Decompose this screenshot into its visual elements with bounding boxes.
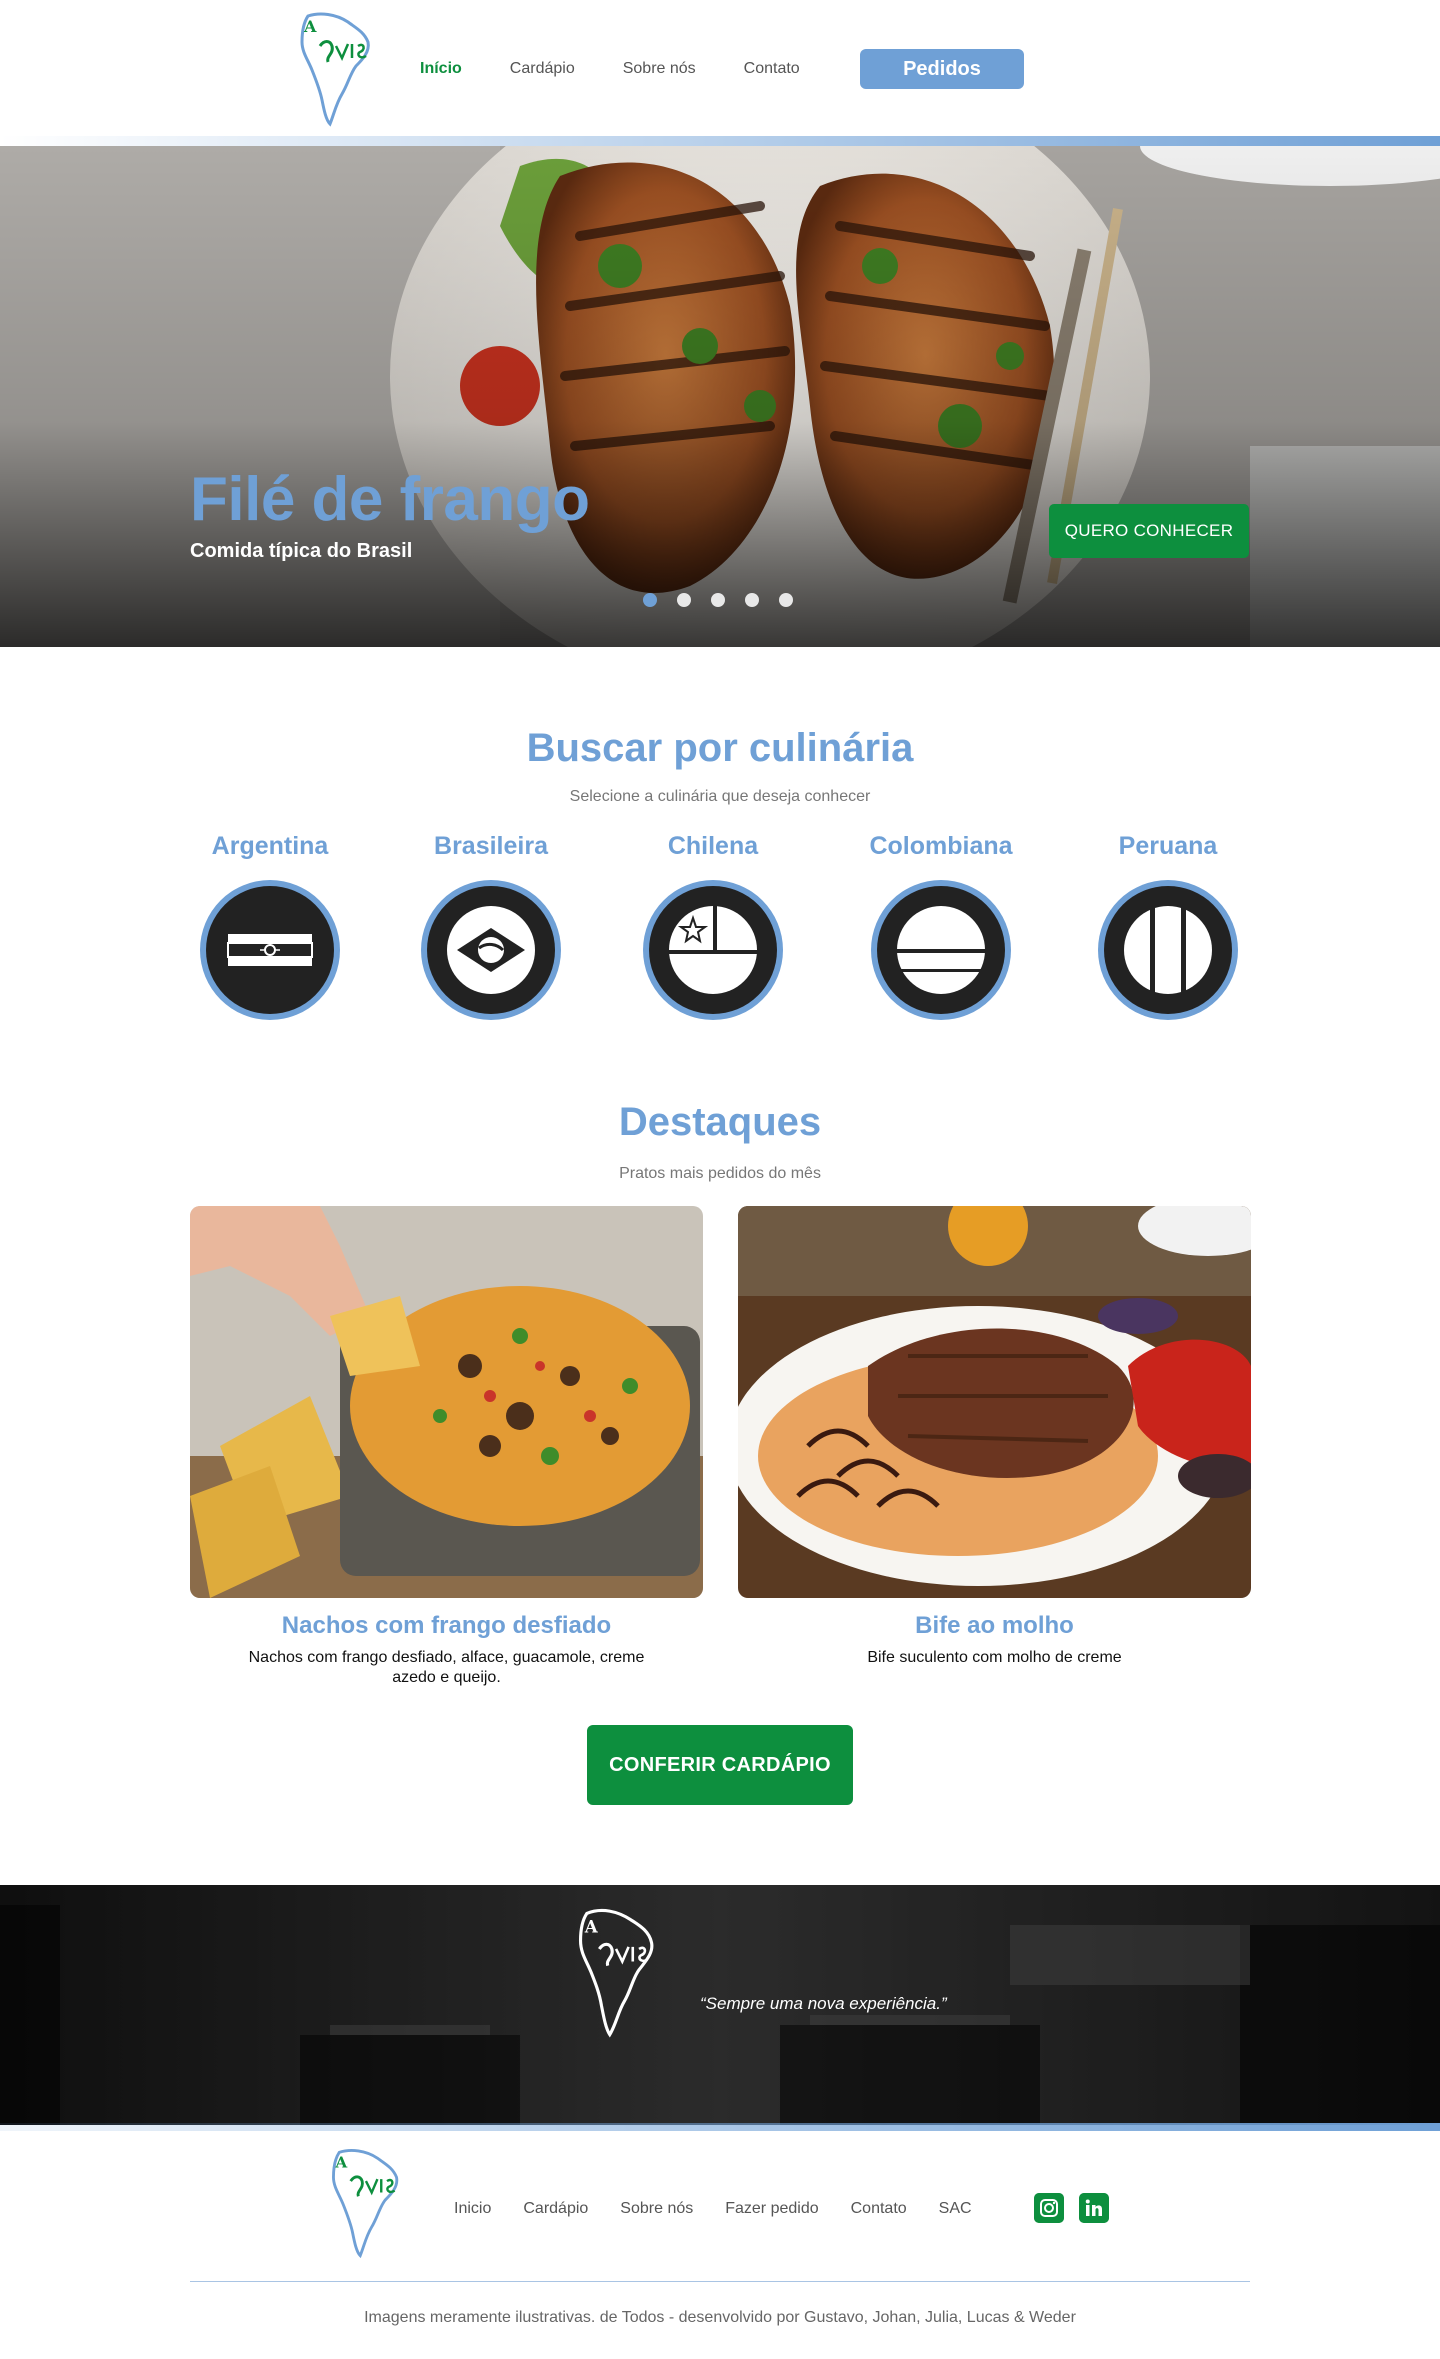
footer-link-contato[interactable]: Contato <box>851 2198 907 2220</box>
carousel-dot[interactable] <box>745 593 759 607</box>
banner-quote: “Sempre uma nova experiência.” <box>700 1994 947 2013</box>
carousel-dot[interactable] <box>711 593 725 607</box>
carousel-dot[interactable] <box>643 593 657 607</box>
cuisines-title: Buscar por culinária <box>526 726 914 770</box>
highlights-title: Destaques <box>618 1100 822 1144</box>
card-description: Nachos com frango desfiado, alface, guac… <box>248 1649 645 1686</box>
hero-carousel[interactable]: Filé de frango Comida típica do Brasil Q… <box>0 146 1440 647</box>
cuisine-label: Argentina <box>211 832 329 860</box>
bife-image <box>738 1206 1251 1598</box>
card-title: Nachos com frango desfiado <box>281 1612 612 1639</box>
svg-text:A: A <box>303 17 317 36</box>
cuisine-label: Chilena <box>667 832 759 860</box>
cuisine-colombiana[interactable]: Colombiana <box>851 832 1031 1022</box>
hero-image <box>0 146 1440 647</box>
footer-nav: Inicio Cardápio Sobre nós Fazer pedido C… <box>454 2198 1004 2220</box>
footer-link-cardapio[interactable]: Cardápio <box>523 2198 588 2220</box>
footer-link-sobre-nos[interactable]: Sobre nós <box>620 2198 693 2220</box>
cuisine-peruana[interactable]: Peruana <box>1078 832 1258 1022</box>
cuisine-label: Colombiana <box>869 832 1013 860</box>
highlight-card-nachos[interactable]: Nachos com frango desfiado Nachos com fr… <box>190 1206 703 1688</box>
footer-link-inicio[interactable]: Inicio <box>454 2198 491 2220</box>
carousel-dot[interactable] <box>779 593 793 607</box>
footer-divider-top <box>0 2123 1440 2131</box>
svg-text:A: A <box>584 1916 599 1936</box>
nav-inicio[interactable]: Início <box>420 58 462 80</box>
conferir-cardapio-button[interactable]: CONFERIR CARDÁPIO <box>587 1725 853 1805</box>
main-nav: Início Cardápio Sobre nós Contato <box>420 58 848 80</box>
brazil-flag-icon <box>421 880 561 1020</box>
highlights-subtitle: Pratos mais pedidos do mês <box>619 1165 821 1182</box>
cuisine-argentina[interactable]: Argentina <box>180 832 360 1022</box>
footer-link-sac[interactable]: SAC <box>939 2198 972 2220</box>
hero-title: Filé de frango <box>190 465 590 534</box>
cuisine-chilena[interactable]: Chilena <box>623 832 803 1022</box>
cuisines-subtitle: Selecione a culinária que deseja conhece… <box>569 788 871 805</box>
svg-text:A: A <box>334 2154 348 2172</box>
highlight-card-bife[interactable]: Bife ao molho Bife suculento com molho d… <box>738 1206 1251 1668</box>
nav-cardapio[interactable]: Cardápio <box>510 58 575 80</box>
copyright-text: Imagens meramente ilustrativas. de Todos… <box>364 2309 1076 2326</box>
colombia-flag-icon <box>871 880 1011 1020</box>
peru-flag-icon <box>1098 880 1238 1020</box>
nachos-image <box>190 1206 703 1598</box>
banner-logo: A <box>578 1908 654 2038</box>
card-title: Bife ao molho <box>915 1612 1074 1639</box>
carousel-dot[interactable] <box>677 593 691 607</box>
header-divider <box>0 136 1440 146</box>
footer-logo[interactable]: A <box>322 2142 408 2266</box>
quero-conhecer-button[interactable]: QUERO CONHECER <box>1049 504 1249 558</box>
logo[interactable]: A <box>290 10 380 130</box>
linkedin-icon[interactable] <box>1079 2193 1109 2223</box>
nav-contato[interactable]: Contato <box>744 58 800 80</box>
footer-link-fazer-pedido[interactable]: Fazer pedido <box>725 2198 818 2220</box>
chile-flag-icon <box>643 880 783 1020</box>
hero-subtitle: Comida típica do Brasil <box>190 540 413 562</box>
instagram-icon[interactable] <box>1034 2193 1064 2223</box>
cuisine-label: Brasileira <box>434 832 548 860</box>
argentina-flag-icon <box>200 880 340 1020</box>
quote-banner: A “Sempre uma nova experiência.” <box>0 1885 1440 2125</box>
carousel-dots <box>643 593 793 607</box>
site-header: A Início Cardápio Sobre nós Contato Pedi… <box>0 0 1440 146</box>
cuisine-label: Peruana <box>1118 832 1218 860</box>
nav-sobre-nos[interactable]: Sobre nós <box>623 58 696 80</box>
cuisine-brasileira[interactable]: Brasileira <box>401 832 581 1022</box>
card-description: Bife suculento com molho de creme <box>867 1649 1122 1666</box>
pedidos-button[interactable]: Pedidos <box>860 49 1024 89</box>
footer-divider <box>190 2281 1250 2282</box>
